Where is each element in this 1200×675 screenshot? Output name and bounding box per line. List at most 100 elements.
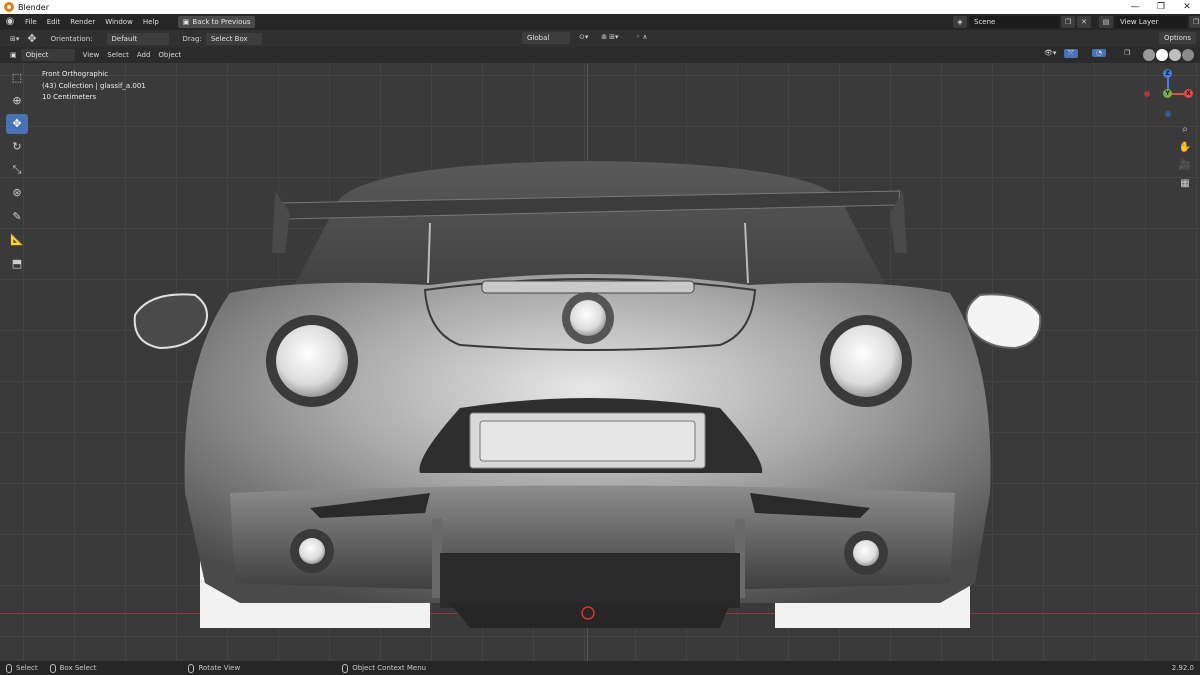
back-icon: ▣ xyxy=(182,18,190,26)
measure-tool-icon[interactable]: 📐 xyxy=(6,230,28,250)
3d-viewport[interactable]: Front Orthographic (43) Collection | gla… xyxy=(0,63,1200,661)
mode-value: Object Mode xyxy=(25,51,49,71)
scene-copy-icon[interactable]: ❐ xyxy=(1061,16,1075,28)
status-context: Object Context Menu xyxy=(336,663,432,673)
scene-icon[interactable]: ◈ xyxy=(953,16,967,28)
orientation-value: Default xyxy=(111,34,138,43)
right-exhaust-tip xyxy=(853,540,879,566)
scene-field[interactable]: Scene xyxy=(969,16,1059,28)
menu-view[interactable]: View xyxy=(79,51,104,59)
transform-orientation-dropdown[interactable]: Global xyxy=(522,32,570,44)
orientation-label: Orientation: xyxy=(50,34,93,43)
gizmo-y-icon[interactable]: Y xyxy=(1163,89,1172,98)
wireframe-shading-icon[interactable] xyxy=(1143,49,1155,61)
drag-dropdown[interactable]: Select Box xyxy=(205,32,262,45)
rendered-shading-icon[interactable] xyxy=(1182,49,1194,61)
navigation-gizmo[interactable]: Z Y X xyxy=(1140,66,1198,126)
status-context-label: Object Context Menu xyxy=(352,664,427,672)
solid-shading-icon[interactable] xyxy=(1156,49,1168,61)
mouse-right-icon xyxy=(342,663,349,673)
menu-file[interactable]: File xyxy=(20,14,42,30)
left-mirror xyxy=(133,293,208,350)
diffuser-center xyxy=(440,553,740,608)
editor-type-icon[interactable]: ⊞▾ xyxy=(6,35,23,43)
gizmo-toggle-icon[interactable]: ⤧ xyxy=(1064,49,1078,58)
proportional-edit-icon[interactable]: ◦ ∧ xyxy=(632,33,651,41)
status-select: Select xyxy=(0,663,44,673)
gizmo-x-icon[interactable]: X xyxy=(1184,89,1193,98)
cursor-tool-icon[interactable]: ⊕ xyxy=(6,91,28,111)
scene-close-icon[interactable]: ✕ xyxy=(1077,16,1091,28)
scene-selector-group: ◈ Scene ❐ ✕ ▤ View Layer ❐ ✕ xyxy=(953,15,1200,29)
drag-label: Drag: xyxy=(182,34,202,43)
menu-edit[interactable]: Edit xyxy=(42,14,66,30)
menu-window[interactable]: Window xyxy=(100,14,138,30)
tool-shelf: ⬚ ⊕ ✥ ↻ ⤡ ⊛ ✎ 📐 ⬒ xyxy=(6,68,28,277)
gizmo-neg-x-icon[interactable] xyxy=(1144,91,1150,97)
menu-add[interactable]: Add xyxy=(133,51,155,59)
version-label: 2.92.0 xyxy=(1171,664,1194,672)
add-cube-tool-icon[interactable]: ⬒ xyxy=(6,254,28,274)
status-rotate-label: Rotate View xyxy=(198,664,241,672)
close-button[interactable]: ✕ xyxy=(1174,0,1200,14)
transform-orientation-value: Global xyxy=(527,34,550,42)
view-name: Front Orthographic xyxy=(42,70,109,78)
gizmo-z-icon[interactable]: Z xyxy=(1163,69,1172,78)
annotate-tool-icon[interactable]: ✎ xyxy=(6,207,28,227)
viewport-nav-icons: ⌕ ✋ 🎥 ▦ xyxy=(1178,122,1192,194)
scale-tool-icon[interactable]: ⤡ xyxy=(6,160,28,180)
status-box-select-label: Box Select xyxy=(59,664,97,672)
select-box-tool-icon[interactable]: ⬚ xyxy=(6,68,28,88)
mouse-middle-icon xyxy=(188,663,195,673)
xray-toggle-icon[interactable]: ❐ xyxy=(1120,49,1134,57)
menu-render[interactable]: Render xyxy=(65,14,100,30)
status-select-label: Select xyxy=(16,664,38,672)
left-exhaust-tip xyxy=(299,538,325,564)
move-tool-active-icon[interactable]: ✥ xyxy=(6,114,28,134)
material-shading-icon[interactable] xyxy=(1169,49,1181,61)
mouse-left-icon xyxy=(6,663,12,673)
grid-scale: 10 Centimeters xyxy=(42,93,97,101)
options-label: Options xyxy=(1163,34,1191,42)
tool-header: ⊞▾ ✥ Orientation: Default Drag: Select B… xyxy=(0,30,1200,47)
view-layer-icon[interactable]: ▤ xyxy=(1099,16,1113,28)
zoom-icon[interactable]: ⌕ xyxy=(1178,122,1192,138)
view-layer-field[interactable]: View Layer xyxy=(1115,16,1187,28)
active-collection: (43) Collection | glassif_a.001 xyxy=(42,81,146,90)
rotate-tool-icon[interactable]: ↻ xyxy=(6,137,28,157)
maximize-button[interactable]: ❐ xyxy=(1148,0,1174,14)
car-model[interactable] xyxy=(0,63,1200,661)
visibility-icon[interactable]: 👁▾ xyxy=(1040,49,1060,57)
transform-tool-icon[interactable]: ⊛ xyxy=(6,183,28,203)
spoiler-left-endplate xyxy=(272,191,290,253)
top-menubar: ◉ File Edit Render Window Help ▣ Back to… xyxy=(0,14,1200,30)
window-controls: — ❐ ✕ xyxy=(1122,0,1200,14)
view-layer-copy-icon[interactable]: ❐ xyxy=(1189,16,1200,28)
pivot-icon[interactable]: ⊙▾ xyxy=(575,33,592,41)
move-tool-icon[interactable]: ✥ xyxy=(23,32,40,45)
back-to-previous-button[interactable]: ▣ Back to Previous xyxy=(177,16,256,28)
options-dropdown[interactable]: Options xyxy=(1158,32,1196,44)
mouse-drag-icon xyxy=(49,663,56,673)
gizmo-neg-z-icon[interactable] xyxy=(1165,111,1171,117)
status-bar: Select Box Select Rotate View Object Con… xyxy=(0,661,1200,675)
menu-select[interactable]: Select xyxy=(103,51,133,59)
mode-dropdown[interactable]: Object Mode xyxy=(20,49,75,71)
blender-menu-icon[interactable]: ◉ xyxy=(0,14,20,30)
overlay-toggle-icon[interactable]: ◔ xyxy=(1092,49,1107,57)
grid-ortho-icon[interactable]: ▦ xyxy=(1178,176,1192,192)
pan-hand-icon[interactable]: ✋ xyxy=(1178,140,1192,156)
menu-help[interactable]: Help xyxy=(138,14,164,30)
right-tail-lamp xyxy=(830,325,902,397)
status-rotate: Rotate View xyxy=(182,663,246,673)
right-mirror xyxy=(965,293,1042,350)
editor-type-3d-icon[interactable]: ▣ xyxy=(6,51,21,59)
orientation-dropdown[interactable]: Default xyxy=(106,32,169,45)
rear-badge xyxy=(570,300,606,336)
third-brake-light xyxy=(481,280,695,294)
minimize-button[interactable]: — xyxy=(1122,0,1148,14)
snap-icon[interactable]: ⋒ ⊞▾ xyxy=(597,33,622,41)
camera-icon[interactable]: 🎥 xyxy=(1178,158,1192,174)
viewport-info-overlay: Front Orthographic (43) Collection | gla… xyxy=(42,69,146,104)
menu-object[interactable]: Object xyxy=(154,51,185,59)
